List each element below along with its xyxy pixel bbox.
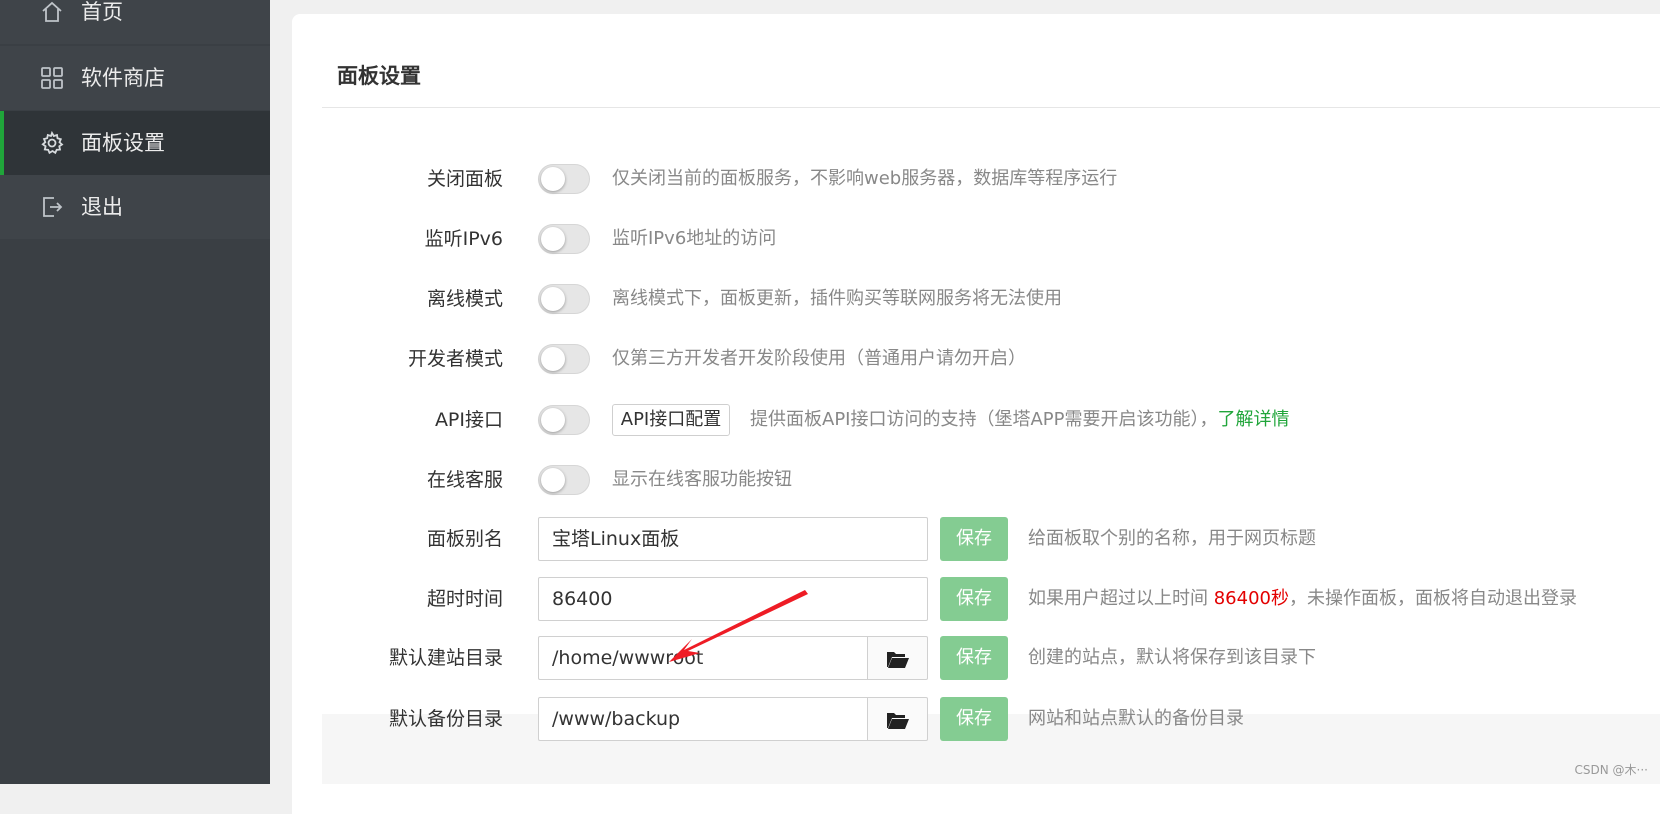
annotation-arrow bbox=[669, 590, 808, 662]
watermark: CSDN @木··· bbox=[1574, 763, 1648, 777]
